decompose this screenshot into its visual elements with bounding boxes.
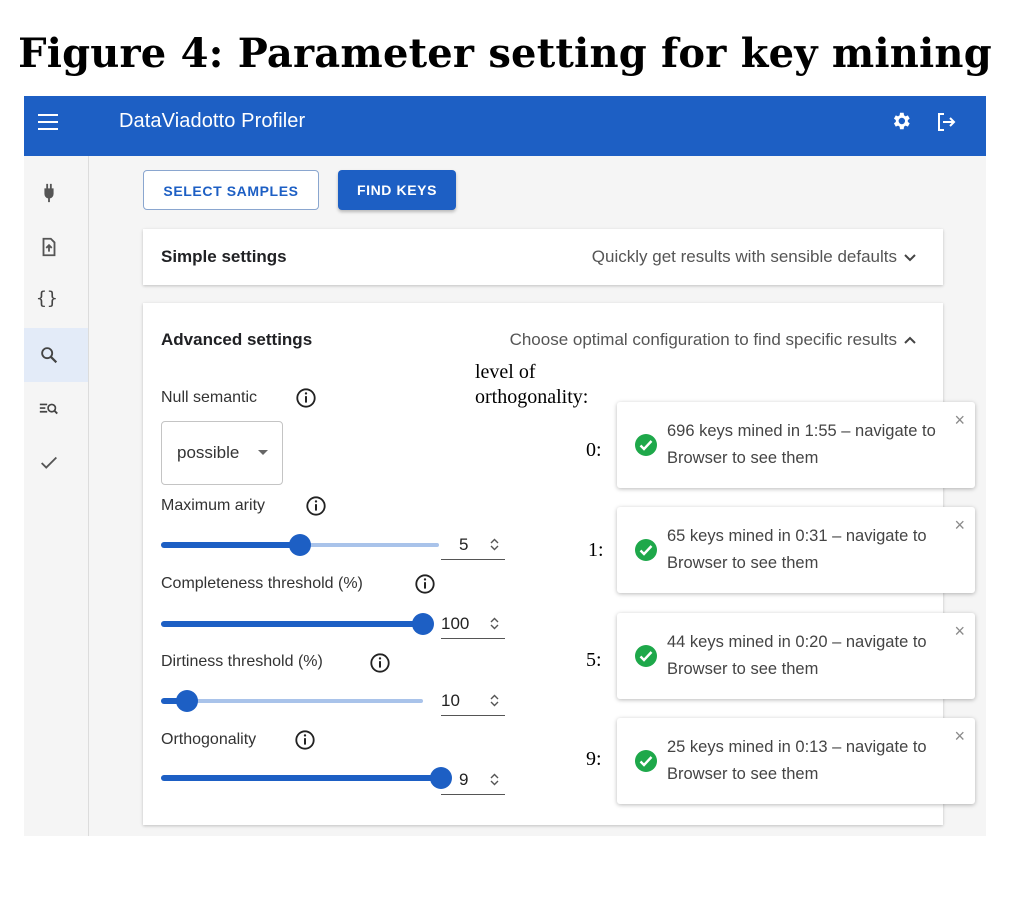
completeness-slider[interactable] (161, 613, 434, 635)
orthogonality-input[interactable]: 9 (441, 768, 505, 795)
notification-toast: 25 keys mined in 0:13 – navigate to Brow… (617, 718, 975, 804)
dirtiness-value: 10 (441, 691, 460, 710)
orthogonality-level-label: 0: (586, 439, 602, 461)
search-icon (41, 347, 58, 364)
sidebar: {} (24, 156, 89, 836)
chevron-up-icon[interactable] (903, 333, 917, 347)
advanced-settings-title: Advanced settings (161, 330, 313, 349)
close-icon[interactable]: × (954, 726, 965, 747)
max-arity-input[interactable]: 5 (441, 533, 505, 560)
spinner-icon[interactable] (489, 693, 500, 708)
close-icon[interactable]: × (954, 621, 965, 642)
notification-toast: 65 keys mined in 0:31 – navigate to Brow… (617, 507, 975, 593)
dirtiness-label: Dirtiness threshold (%) (161, 653, 323, 670)
notification-message: 696 keys mined in 1:55 – navigate to Bro… (667, 422, 936, 467)
app-window: DataViadotto Profiler {} SELECT SAMPLES … (24, 96, 986, 836)
spinner-icon[interactable] (489, 772, 500, 787)
orthogonality-annotation-line2: orthogonality: (475, 386, 589, 408)
orthogonality-level-label: 1: (588, 539, 604, 561)
orthogonality-label: Orthogonality (161, 731, 257, 748)
sidebar-item-browser[interactable] (24, 382, 88, 436)
info-icon[interactable] (295, 387, 317, 409)
info-icon[interactable] (414, 573, 436, 595)
completeness-label: Completeness threshold (%) (161, 575, 363, 592)
gear-icon[interactable] (890, 110, 912, 132)
check-circle-icon (635, 645, 657, 667)
sidebar-item-search[interactable] (24, 328, 88, 382)
max-arity-slider[interactable] (161, 534, 439, 556)
orthogonality-level-label: 9: (586, 748, 602, 770)
slider-thumb[interactable] (289, 534, 311, 556)
sidebar-item-connect[interactable] (24, 166, 88, 220)
top-app-bar: DataViadotto Profiler (24, 96, 986, 156)
dirtiness-slider[interactable] (161, 690, 423, 712)
logout-icon[interactable] (934, 110, 958, 134)
info-icon[interactable] (369, 652, 391, 674)
check-circle-icon (635, 750, 657, 772)
file-upload-icon (42, 237, 56, 257)
max-arity-label: Maximum arity (161, 497, 266, 514)
sidebar-item-validate[interactable] (24, 436, 88, 490)
app-title: DataViadotto Profiler (119, 110, 306, 132)
info-icon[interactable] (305, 495, 327, 517)
dirtiness-input[interactable]: 10 (441, 689, 505, 716)
notification-message: 25 keys mined in 0:13 – navigate to Brow… (667, 738, 927, 783)
advanced-settings-description: Choose optimal configuration to find spe… (509, 330, 897, 349)
simple-settings-title: Simple settings (161, 247, 287, 266)
check-circle-icon (635, 434, 657, 456)
list-search-icon (39, 403, 58, 415)
caret-down-icon (258, 450, 268, 455)
sidebar-item-schema[interactable]: {} (24, 274, 88, 328)
simple-settings-panel[interactable]: Simple settings Quickly get results with… (143, 229, 943, 285)
slider-thumb[interactable] (412, 613, 434, 635)
orthogonality-annotation-line1: level of (475, 361, 536, 383)
check-circle-icon (635, 539, 657, 561)
curly-braces-icon: {} (36, 288, 58, 309)
spinner-icon[interactable] (489, 537, 500, 552)
completeness-input[interactable]: 100 (441, 612, 505, 639)
info-icon[interactable] (294, 729, 316, 751)
notification-message: 44 keys mined in 0:20 – navigate to Brow… (667, 633, 927, 678)
sidebar-item-upload[interactable] (24, 220, 88, 274)
null-semantic-select[interactable]: possible (161, 421, 283, 485)
slider-thumb[interactable] (176, 690, 199, 712)
plug-icon (44, 183, 54, 203)
figure-title: Figure 4: Parameter setting for key mini… (18, 30, 992, 77)
close-icon[interactable]: × (954, 410, 965, 431)
chevron-down-icon[interactable] (903, 251, 917, 265)
notification-toast: 696 keys mined in 1:55 – navigate to Bro… (617, 402, 975, 488)
notification-message: 65 keys mined in 0:31 – navigate to Brow… (667, 527, 927, 572)
orthogonality-level-label: 5: (586, 649, 602, 671)
null-semantic-value: possible (177, 443, 240, 462)
completeness-value: 100 (441, 614, 470, 633)
simple-settings-description: Quickly get results with sensible defaul… (591, 247, 897, 266)
max-arity-value: 5 (459, 535, 469, 554)
close-icon[interactable]: × (954, 515, 965, 536)
spinner-icon[interactable] (489, 616, 500, 631)
menu-icon[interactable] (38, 114, 58, 130)
select-samples-button[interactable]: SELECT SAMPLES (143, 170, 319, 210)
check-icon (41, 456, 57, 469)
notification-toast: 44 keys mined in 0:20 – navigate to Brow… (617, 613, 975, 699)
find-keys-button[interactable]: FIND KEYS (338, 170, 456, 210)
null-semantic-label: Null semantic (161, 389, 258, 406)
orthogonality-slider[interactable] (161, 767, 452, 789)
orthogonality-value: 9 (459, 770, 469, 789)
